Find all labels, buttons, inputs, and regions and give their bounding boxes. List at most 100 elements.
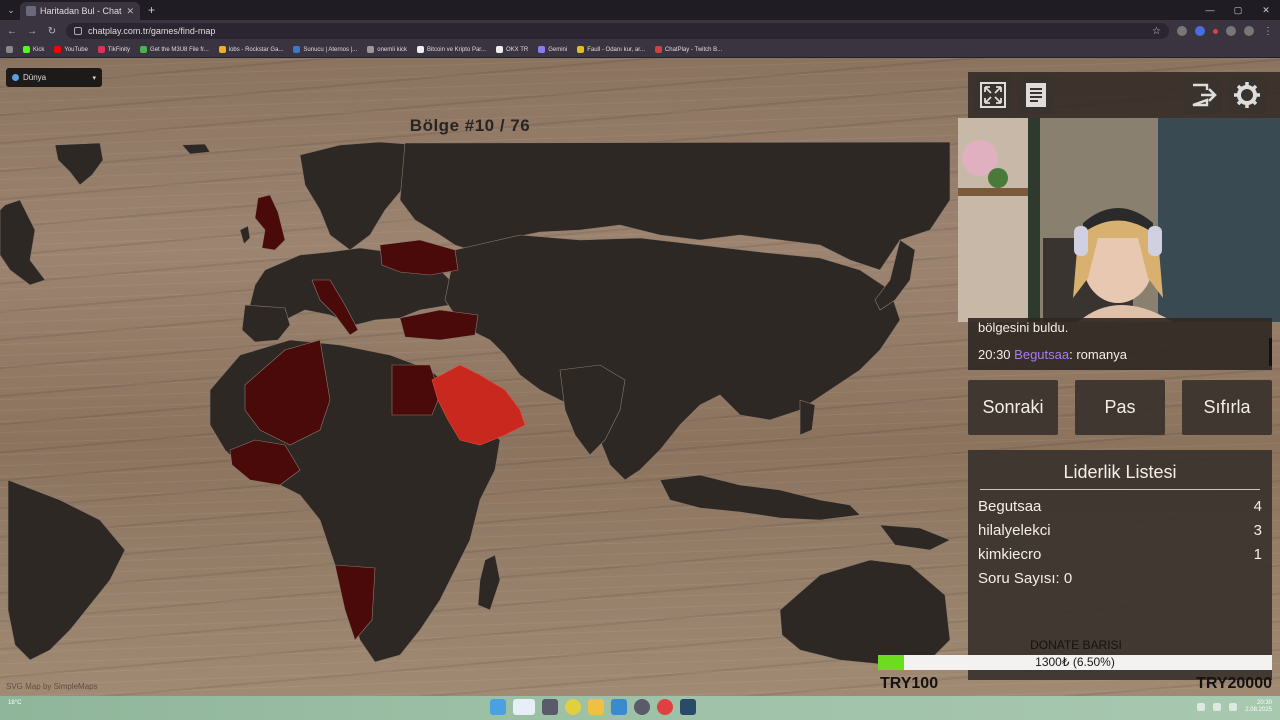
fullscreen-icon — [980, 82, 1006, 108]
tab-close-icon[interactable]: ✕ — [126, 6, 134, 17]
clock-date: 2.08.2025 — [1245, 707, 1272, 713]
bookmark-item[interactable]: ChatPlay - Twitch B... — [654, 46, 722, 53]
rules-button[interactable] — [1017, 76, 1055, 114]
bookmark-item[interactable]: Faull - Odanı kur, ar... — [577, 46, 645, 53]
donate-title: DONATE BARISI — [1030, 638, 1122, 652]
map-region-madagascar — [477, 554, 501, 611]
bookmark-item[interactable]: onemli kick — [367, 46, 407, 53]
bookmark-item[interactable]: YouTube — [54, 46, 88, 53]
chevron-down-icon: ▾ — [92, 74, 96, 82]
taskbar-apps — [490, 699, 696, 715]
leaderboard-name: kimkiecro — [978, 546, 1042, 563]
map-region-indonesia — [659, 474, 861, 521]
extension-icon[interactable] — [1177, 26, 1187, 36]
app-icon[interactable] — [634, 699, 650, 715]
settings-button[interactable] — [1228, 76, 1266, 114]
system-tray: 20:30 2.08.2025 — [1197, 700, 1272, 714]
reload-icon[interactable]: ↻ — [46, 26, 58, 37]
chat-text: romanya — [1072, 347, 1127, 362]
browser-menu-icon[interactable]: ⋮ — [1262, 26, 1274, 37]
new-tab-icon[interactable]: + — [148, 3, 155, 17]
map-title: Bölge #10 / 76 — [409, 116, 531, 135]
volume-icon[interactable] — [1229, 703, 1238, 711]
bookmark-item[interactable]: Sunucu | Aternos |... — [293, 46, 357, 53]
tab-search-icon[interactable]: ⌄ — [2, 1, 20, 19]
map-region-iceland — [181, 143, 211, 155]
forward-icon[interactable]: → — [26, 26, 38, 37]
app-icon[interactable] — [657, 699, 673, 715]
gear-icon — [1234, 82, 1260, 108]
fullscreen-button[interactable] — [974, 76, 1012, 114]
document-icon — [1026, 83, 1046, 107]
address-bar[interactable]: chatplay.com.tr/games/find-map ☆ — [66, 23, 1169, 39]
exit-button[interactable] — [1184, 76, 1222, 114]
clock-time: 20:30 — [1256, 700, 1272, 706]
bookmark-item[interactable]: TikFinity — [97, 46, 130, 53]
pass-button[interactable]: Pas — [1075, 380, 1165, 435]
chat-username: Begutsaa — [1014, 347, 1070, 362]
leaderboard-title: Liderlik Listesi — [1063, 462, 1177, 482]
browser-toolbar: ← → ↻ chatplay.com.tr/games/find-map ☆ ⋮ — [0, 20, 1280, 42]
region-select[interactable]: Dünya ▾ — [6, 68, 102, 87]
extension-icon[interactable] — [1195, 26, 1205, 36]
bookmark-item[interactable]: Gemini — [538, 46, 567, 53]
question-count-row: Soru Sayısı: 0 — [968, 570, 1272, 588]
leaderboard-score: 3 — [1253, 522, 1262, 539]
map-region-egypt-found — [391, 364, 441, 416]
maximize-icon[interactable]: ▢ — [1224, 0, 1252, 20]
steam-icon[interactable] — [680, 699, 696, 715]
url-text: chatplay.com.tr/games/find-map — [88, 26, 216, 36]
wifi-icon[interactable] — [1213, 703, 1222, 711]
donate-progress-bar: 1300₺ (6.50%) — [878, 655, 1272, 670]
reset-button[interactable]: Sıfırla — [1182, 380, 1272, 435]
map-region-turkey-found — [399, 309, 479, 341]
map-region-asia — [444, 234, 901, 481]
file-explorer-icon[interactable] — [588, 699, 604, 715]
leaderboard-row: Begutsaa 4 — [968, 498, 1272, 516]
weather-widget[interactable]: 18°C — [8, 700, 48, 707]
leaderboard-row: kimkiecro 1 — [968, 546, 1272, 564]
map-region-canada — [0, 199, 46, 286]
site-info-icon[interactable] — [74, 27, 82, 35]
bookmark-item[interactable]: Get the M3U8 File fr... — [140, 46, 209, 53]
world-map[interactable] — [0, 140, 956, 670]
exit-icon — [1192, 83, 1217, 107]
minimize-icon[interactable]: — — [1196, 0, 1224, 20]
map-region-new-guinea — [879, 524, 951, 551]
bookmark-item[interactable]: OKX TR — [495, 46, 528, 53]
browser-tabbar: ⌄ Haritadan Bul - ChatPlay ✕ + — ▢ ✕ — [0, 0, 1280, 20]
bookmark-star-icon[interactable]: ☆ — [1152, 26, 1161, 37]
map-region-iberia — [241, 304, 291, 343]
close-window-icon[interactable]: ✕ — [1252, 0, 1280, 20]
chat-message: 20:30 Begutsaa: romanya — [978, 347, 1262, 362]
app-icon[interactable] — [611, 699, 627, 715]
window-controls: — ▢ ✕ — [1196, 0, 1280, 20]
bookmarks-bar: Kick YouTube TikFinity Get the M3U8 File… — [0, 42, 1280, 58]
donate-progress-text: 1300₺ (6.50%) — [1035, 655, 1115, 669]
browser-tab[interactable]: Haritadan Bul - ChatPlay ✕ — [20, 2, 140, 20]
question-count: Soru Sayısı: 0 — [978, 570, 1073, 587]
next-button[interactable]: Sonraki — [968, 380, 1058, 435]
bookmark-item[interactable]: Kick — [23, 46, 44, 53]
profile-avatar-icon[interactable] — [1244, 26, 1254, 36]
bookmark-item[interactable]: Bitcoin ve Kripto Par... — [416, 46, 486, 53]
map-credit: SVG Map by SimpleMaps — [6, 682, 98, 691]
map-region-greenland — [54, 142, 104, 186]
leaderboard-score: 1 — [1253, 546, 1262, 563]
task-view-icon[interactable] — [542, 699, 558, 715]
map-region-uk-found — [254, 194, 286, 251]
extensions-puzzle-icon[interactable] — [1226, 26, 1236, 36]
apps-grid-icon[interactable] — [6, 46, 13, 53]
chat-scrollbar[interactable] — [1269, 338, 1272, 366]
start-icon[interactable] — [490, 699, 506, 715]
donate-min: TRY100 — [880, 675, 939, 692]
leaderboard-divider — [980, 489, 1260, 490]
region-select-value: Dünya — [23, 73, 47, 82]
back-icon[interactable]: ← — [6, 26, 18, 37]
bookmark-item[interactable]: lobs - Rockstar Ga... — [218, 46, 283, 53]
chrome-icon[interactable] — [565, 699, 581, 715]
tray-icon[interactable] — [1197, 703, 1206, 711]
widgets-icon[interactable] — [513, 699, 535, 715]
chat-message: bölgesini buldu. — [978, 320, 1069, 335]
system-clock[interactable]: 20:30 2.08.2025 — [1245, 700, 1272, 714]
